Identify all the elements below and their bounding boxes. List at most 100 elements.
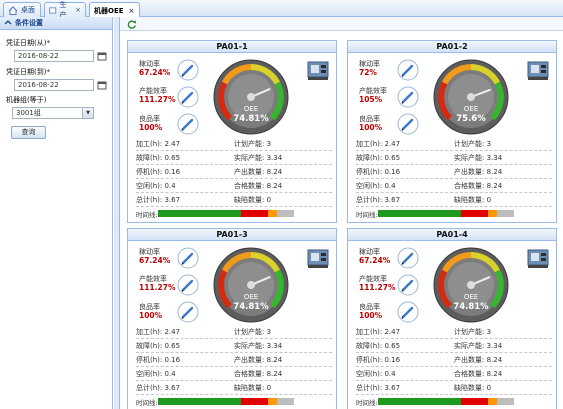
stats-row: 故障(h): 0.65 实际产能: 3.34 — [356, 339, 552, 353]
stats-row: 空闲(h): 0.4 合格数量: 8.24 — [356, 179, 552, 193]
stats-row: 停机(h): 0.16 产出数量: 8.24 — [356, 165, 552, 179]
to-date-input[interactable]: 2016-08-22 — [14, 79, 94, 91]
toolbar — [120, 17, 563, 31]
stats-row: 停机(h): 0.16 产出数量: 8.24 — [356, 353, 552, 367]
timeline-label: 时间线: — [136, 399, 158, 407]
stop-hours: 停机(h): 0.16 — [356, 356, 401, 364]
timeline-bar — [158, 210, 328, 217]
timeline-segment — [461, 210, 489, 217]
timeline: 时间线: — [136, 397, 332, 407]
tab-label: 机器OEE — [94, 6, 124, 15]
defect-quantity: 缺陷数量: 0 — [234, 384, 272, 392]
timeline-segment — [276, 210, 294, 217]
stop-hours: 停机(h): 0.16 — [356, 168, 401, 176]
timeline-segment — [268, 398, 277, 405]
pen-icon[interactable] — [177, 59, 199, 81]
pen-icon[interactable] — [397, 59, 419, 81]
collapse-icon[interactable] — [4, 19, 12, 27]
tab-bar: 桌面 生产 × 机器OEE × — [0, 0, 563, 19]
doc-icon — [49, 6, 57, 14]
timeline-segment — [241, 398, 269, 405]
timeline-segment — [276, 398, 294, 405]
timeline-bar — [158, 398, 328, 405]
stop-hours: 停机(h): 0.16 — [136, 356, 181, 364]
machine-icon — [307, 249, 329, 268]
stats-row: 加工(h): 2.47 计划产能: 3 — [136, 137, 332, 151]
total-hours: 总计(h): 3.67 — [356, 196, 401, 204]
output-quantity: 产出数量: 8.24 — [454, 356, 503, 364]
gauge-label: OEE — [244, 105, 258, 113]
timeline-segment — [378, 398, 462, 405]
actual-capacity: 实际产能: 3.34 — [454, 154, 503, 162]
gauge-label: OEE — [464, 105, 478, 113]
pen-icon[interactable] — [177, 113, 199, 135]
output-quantity: 产出数量: 8.24 — [454, 168, 503, 176]
planned-capacity: 计划产能: 3 — [454, 140, 492, 148]
good-quantity: 合格数量: 8.24 — [234, 370, 283, 378]
panel-header: 条件设置 — [0, 17, 112, 30]
from-date-label: 凭证日期(从)* — [6, 39, 50, 47]
pen-icon[interactable] — [397, 86, 419, 108]
idle-hours: 空闲(h): 0.4 — [356, 370, 396, 378]
pen-icon[interactable] — [177, 247, 199, 269]
stats-row: 故障(h): 0.65 实际产能: 3.34 — [356, 151, 552, 165]
stats-table: 加工(h): 2.47 计划产能: 3 故障(h): 0.65 实际产能: 3.34… — [136, 325, 332, 395]
defect-quantity: 缺陷数量: 0 — [454, 196, 492, 204]
pen-icon[interactable] — [177, 274, 199, 296]
good-quantity: 合格数量: 8.24 — [234, 182, 283, 190]
oee-gauge: OEE 75.6% — [433, 59, 509, 135]
query-button[interactable]: 查询 — [11, 126, 46, 139]
total-hours: 总计(h): 3.67 — [356, 384, 401, 392]
gauge-label: OEE — [464, 293, 478, 301]
stats-table: 加工(h): 2.47 计划产能: 3 故障(h): 0.65 实际产能: 3.34… — [356, 325, 552, 395]
stats-row: 加工(h): 2.47 计划产能: 3 — [136, 325, 332, 339]
tab-desktop[interactable]: 桌面 — [3, 2, 41, 17]
quality-value: 100% — [359, 123, 383, 132]
to-date-label: 凭证日期(到)* — [6, 68, 50, 76]
timeline-bar — [378, 210, 548, 217]
timeline: 时间线: — [356, 209, 552, 219]
processing-hours: 加工(h): 2.47 — [136, 328, 181, 336]
machine-title: PA01-3 — [128, 229, 336, 241]
machine-card: PA01-2 稼动率 72% 产能效率 105% 良品率 100% OEE 75… — [347, 40, 557, 223]
close-icon[interactable]: × — [129, 7, 135, 15]
pen-icon[interactable] — [177, 301, 199, 323]
output-quantity: 产出数量: 8.24 — [234, 356, 283, 364]
fault-hours: 故障(h): 0.65 — [136, 154, 181, 162]
stats-row: 总计(h): 3.67 缺陷数量: 0 — [136, 381, 332, 395]
pen-icon[interactable] — [397, 113, 419, 135]
performance-value: 111.27% — [359, 283, 396, 292]
stats-row: 故障(h): 0.65 实际产能: 3.34 — [136, 339, 332, 353]
stats-row: 加工(h): 2.47 计划产能: 3 — [356, 325, 552, 339]
refresh-icon[interactable] — [127, 19, 137, 29]
from-date-input[interactable]: 2016-08-22 — [14, 50, 94, 62]
oee-dashboard: PA01-1 稼动率 67.24% 产能效率 111.27% 良品率 100% … — [120, 17, 563, 409]
pen-icon[interactable] — [397, 247, 419, 269]
pen-icon[interactable] — [177, 86, 199, 108]
stats-row: 空闲(h): 0.4 合格数量: 8.24 — [136, 367, 332, 381]
machine-group-select[interactable]: 3001组 ▼ — [12, 107, 94, 119]
quality-value: 100% — [359, 311, 383, 320]
total-hours: 总计(h): 3.67 — [136, 384, 181, 392]
stats-row: 停机(h): 0.16 产出数量: 8.24 — [136, 353, 332, 367]
stats-row: 空闲(h): 0.4 合格数量: 8.24 — [136, 179, 332, 193]
machine-title: PA01-1 — [128, 41, 336, 53]
machine-group-value: 3001组 — [16, 109, 41, 117]
tab-production[interactable]: 生产 × — [44, 1, 86, 19]
stop-hours: 停机(h): 0.16 — [136, 168, 181, 176]
close-icon[interactable]: × — [75, 6, 81, 14]
fault-hours: 故障(h): 0.65 — [356, 342, 401, 350]
stats-row: 加工(h): 2.47 计划产能: 3 — [356, 137, 552, 151]
chevron-down-icon[interactable]: ▼ — [82, 108, 93, 118]
timeline-segment — [488, 398, 497, 405]
utilization-value: 67.24% — [139, 256, 171, 265]
gauge-value: 74.81% — [453, 302, 489, 312]
pen-icon[interactable] — [397, 301, 419, 323]
calendar-icon[interactable] — [97, 80, 107, 90]
performance-value: 105% — [359, 95, 383, 104]
performance-value: 111.27% — [139, 95, 176, 104]
tab-machine-oee[interactable]: 机器OEE × — [89, 2, 140, 18]
calendar-icon[interactable] — [97, 51, 107, 61]
stats-row: 故障(h): 0.65 实际产能: 3.34 — [136, 151, 332, 165]
pen-icon[interactable] — [397, 274, 419, 296]
